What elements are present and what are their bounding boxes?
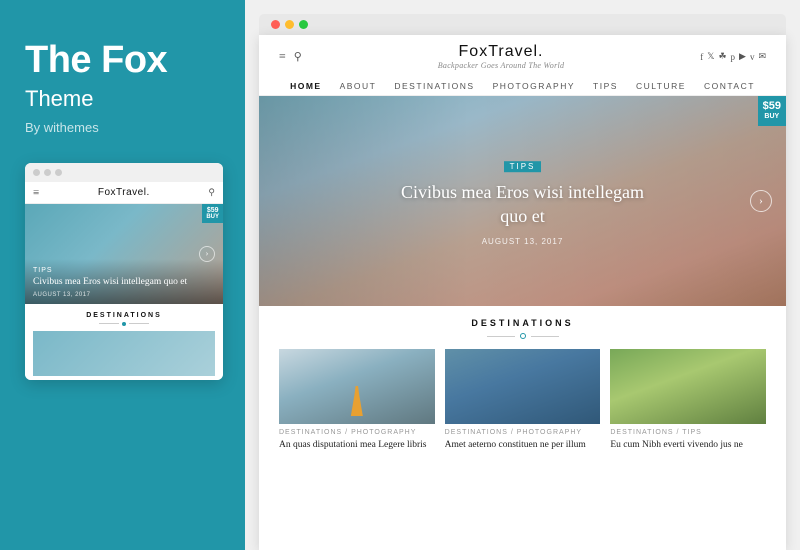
card-1-tag: DESTINATIONS / PHOTOGRAPHY [279, 429, 435, 436]
site-logo: FoxTravel. Backpacker Goes Around The Wo… [438, 43, 565, 70]
mini-dot-yellow [44, 169, 51, 176]
browser-dot-yellow[interactable] [285, 20, 294, 29]
card-image-3 [610, 349, 766, 424]
mini-buy-badge: $59 BUY [202, 204, 223, 223]
card-2-tag: DESTINATIONS / PHOTOGRAPHY [445, 429, 601, 436]
facebook-icon[interactable]: f [700, 52, 703, 62]
right-panel: ≡ ⚲ FoxTravel. Backpacker Goes Around Th… [245, 0, 800, 550]
mini-header: ≡ FoxTravel. ⚲ [25, 182, 223, 204]
theme-by: By withemes [25, 120, 99, 135]
pinterest-icon[interactable]: p [731, 52, 736, 62]
mini-logo: FoxTravel. [98, 187, 150, 198]
nav-about[interactable]: ABOUT [340, 81, 377, 91]
mini-divider-line-right [129, 323, 149, 324]
mini-preview: ≡ FoxTravel. ⚲ TIPS Civibus mea Eros wis… [25, 163, 223, 380]
vimeo-icon[interactable]: v [750, 52, 755, 62]
card-1-person-silhouette [351, 386, 363, 416]
nav-photography[interactable]: PHOTOGRAPHY [493, 81, 575, 91]
nav-culture[interactable]: CULTURE [636, 81, 686, 91]
mini-hero-tag: TIPS [33, 267, 215, 274]
mini-hero-arrow[interactable]: › [199, 246, 215, 262]
browser-chrome [259, 14, 786, 35]
site-header: ≡ ⚲ FoxTravel. Backpacker Goes Around Th… [259, 35, 786, 96]
browser-dot-green[interactable] [299, 20, 308, 29]
mini-destinations-label: DESTINATIONS [33, 312, 215, 319]
twitter-icon[interactable]: 𝕏 [707, 51, 714, 62]
card-3-tag: DESTINATIONS / TIPS [610, 429, 766, 436]
hero-tag: TIPS [504, 161, 542, 172]
card-1: DESTINATIONS / PHOTOGRAPHY An quas dispu… [279, 349, 435, 452]
nav-destinations[interactable]: DESTINATIONS [394, 81, 474, 91]
site-header-top: ≡ ⚲ FoxTravel. Backpacker Goes Around Th… [279, 43, 766, 76]
hero-title: Civibus mea Eros wisi intellegam quo et [393, 180, 653, 229]
buy-badge[interactable]: $59 BUY [758, 96, 786, 126]
mini-divider-dot [122, 322, 126, 326]
nav-bar: HOME ABOUT DESTINATIONS PHOTOGRAPHY TIPS… [279, 76, 766, 95]
mini-hero-date: AUGUST 13, 2017 [33, 292, 215, 298]
divider-line-right [531, 336, 559, 337]
destinations-divider [279, 333, 766, 339]
cards-row: DESTINATIONS / PHOTOGRAPHY An quas dispu… [279, 349, 766, 452]
card-1-title: An quas disputationi mea Legere libris [279, 439, 435, 452]
search-icon[interactable]: ⚲ [294, 50, 302, 63]
hero-date: AUGUST 13, 2017 [393, 237, 653, 246]
nav-contact[interactable]: CONTACT [704, 81, 755, 91]
hero-next-arrow[interactable]: › [750, 190, 772, 212]
mini-divider-line-left [99, 323, 119, 324]
email-icon[interactable]: ✉ [758, 51, 766, 62]
left-panel: The Fox Theme By withemes ≡ FoxTravel. ⚲… [0, 0, 245, 550]
mini-destination-image [33, 331, 215, 376]
mini-destinations-divider [33, 322, 215, 326]
mini-search-icon: ⚲ [208, 187, 215, 198]
divider-line-left [487, 336, 515, 337]
divider-dot [520, 333, 526, 339]
mini-dot-green [55, 169, 62, 176]
browser-dot-red[interactable] [271, 20, 280, 29]
mini-hero: TIPS Civibus mea Eros wisi intellegam qu… [25, 204, 223, 304]
hero-content: TIPS Civibus mea Eros wisi intellegam qu… [393, 156, 653, 246]
card-2: DESTINATIONS / PHOTOGRAPHY Amet aeterno … [445, 349, 601, 452]
site-logo-text: FoxTravel. [438, 43, 565, 61]
theme-subtitle: Theme [25, 86, 93, 112]
website-frame: ≡ ⚲ FoxTravel. Backpacker Goes Around Th… [259, 35, 786, 550]
hamburger-icon[interactable]: ≡ [279, 49, 286, 64]
hero-section: TIPS Civibus mea Eros wisi intellegam qu… [259, 96, 786, 306]
mini-hamburger-icon: ≡ [33, 187, 39, 199]
site-logo-tagline: Backpacker Goes Around The World [438, 61, 565, 70]
mini-hero-title: Civibus mea Eros wisi intellegam quo et [33, 276, 215, 288]
instagram-icon[interactable]: ☘ [718, 51, 726, 62]
mini-dot-red [33, 169, 40, 176]
card-3-title: Eu cum Nibh everti vivendo jus ne [610, 439, 766, 452]
youtube-icon[interactable]: ▶ [739, 51, 746, 62]
mini-browser-bar [25, 163, 223, 182]
card-image-1 [279, 349, 435, 424]
card-image-2 [445, 349, 601, 424]
destinations-heading: DESTINATIONS [279, 318, 766, 328]
card-3: DESTINATIONS / TIPS Eu cum Nibh everti v… [610, 349, 766, 452]
site-header-right: f 𝕏 ☘ p ▶ v ✉ [700, 51, 766, 62]
mini-browser-content: ≡ FoxTravel. ⚲ TIPS Civibus mea Eros wis… [25, 182, 223, 380]
destinations-section: DESTINATIONS DESTINATIONS / PHOTOGRAPHY [259, 306, 786, 460]
nav-home[interactable]: HOME [290, 81, 322, 91]
nav-tips[interactable]: TIPS [593, 81, 618, 91]
site-header-left: ≡ ⚲ [279, 49, 302, 64]
mini-hero-overlay: TIPS Civibus mea Eros wisi intellegam qu… [25, 259, 223, 303]
theme-title: The Fox [25, 40, 167, 82]
card-2-title: Amet aeterno constituen ne per illum [445, 439, 601, 452]
mini-destinations-section: DESTINATIONS [25, 304, 223, 380]
